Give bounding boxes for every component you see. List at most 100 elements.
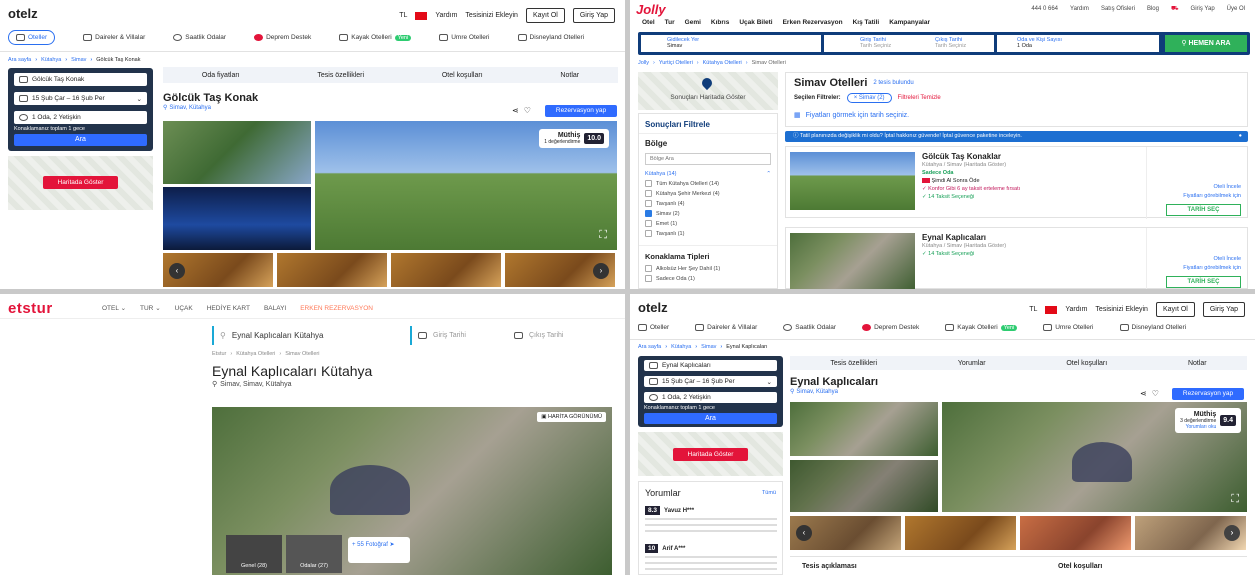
checkout-field[interactable]: Çıkış Tarihi Tarih Seçiniz bbox=[931, 35, 994, 52]
show-map-link[interactable]: Sonuçları Haritada Göster bbox=[638, 94, 778, 101]
breadcrumb-item[interactable]: Etstur bbox=[212, 351, 226, 357]
thumb-photo[interactable]: ‹ bbox=[163, 253, 273, 287]
show-on-map-button[interactable]: Haritada Göster bbox=[43, 176, 118, 189]
date-field[interactable]: 15 Şub Çar – 16 Şub Per ⌄ bbox=[14, 92, 147, 105]
help-link[interactable]: Yardım bbox=[1065, 306, 1087, 313]
view-hotel-link[interactable]: Oteli İncele bbox=[1183, 255, 1241, 264]
photo-lake[interactable] bbox=[163, 121, 311, 184]
thumb-photo[interactable] bbox=[391, 253, 501, 287]
nav-apartments[interactable]: Daireler & Villalar bbox=[695, 324, 757, 331]
map-view-button[interactable]: ▣ HARİTA GÖRÜNÜMÜ bbox=[537, 412, 606, 422]
acc-option[interactable]: Sadece Oda (1) bbox=[645, 274, 771, 284]
nav-hotels[interactable]: Oteller bbox=[8, 30, 56, 45]
nav-hourly[interactable]: Saatlik Odalar bbox=[173, 34, 226, 41]
fullscreen-icon[interactable]: ⛶ bbox=[1231, 493, 1239, 506]
nav-honeymoon[interactable]: BALAYI bbox=[264, 305, 286, 312]
register-button[interactable]: Kayıt Ol bbox=[525, 8, 565, 23]
nav-tour[interactable]: TUR ⌄ bbox=[140, 304, 161, 312]
nav-item[interactable]: Erken Rezervasyon bbox=[783, 19, 843, 26]
thumb-photo[interactable]: › bbox=[1135, 516, 1246, 550]
guests-field[interactable]: 1 Oda, 2 Yetişkin bbox=[14, 111, 147, 124]
select-date-button[interactable]: TARİH SEÇ bbox=[1166, 204, 1241, 216]
all-reviews-link[interactable]: Tümü bbox=[762, 490, 776, 496]
tab-features[interactable]: Tesis özellikleri bbox=[830, 360, 877, 367]
help-link[interactable]: Yardım bbox=[435, 12, 457, 19]
breadcrumb-item[interactable]: Kütahya Otelleri bbox=[236, 351, 275, 357]
hotel-name[interactable]: Gölcük Taş Konaklar bbox=[922, 153, 1142, 161]
show-on-map-button[interactable]: Haritada Göster bbox=[673, 448, 748, 461]
nav-umrah[interactable]: Umre Otelleri bbox=[439, 34, 490, 41]
search-button[interactable]: Ara bbox=[644, 413, 777, 424]
region-search-input[interactable] bbox=[645, 153, 771, 165]
hotel-photo-main[interactable]: ▣ HARİTA GÖRÜNÜMÜ Genel (28) Odalar (27)… bbox=[212, 407, 612, 575]
login-link[interactable]: Giriş Yap bbox=[1191, 6, 1215, 12]
rooms-field[interactable]: Oda ve Kişi Sayısı 1 Oda bbox=[997, 35, 1159, 52]
hotel-location[interactable]: Kütahya / Simav (Haritada Göster) bbox=[922, 161, 1142, 169]
region-option[interactable]: Tüm Kütahya Otelleri (14) bbox=[645, 179, 771, 189]
photo-aerial-2[interactable] bbox=[790, 460, 938, 512]
nav-ski[interactable]: Kayak Otelleri Yeni bbox=[339, 34, 412, 41]
share-icon[interactable]: ⋖ bbox=[512, 106, 519, 115]
thumb-photo[interactable]: › bbox=[505, 253, 615, 287]
rating-card[interactable]: Müthiş 3 değerlendirme Yorumları oku 9.4 bbox=[1175, 408, 1241, 433]
nav-item[interactable]: Otel bbox=[642, 19, 655, 26]
region-option[interactable]: Kütahya (14) ⌃ bbox=[645, 169, 771, 179]
rating-card[interactable]: Müthiş 1 değerlendirme 10.0 bbox=[539, 129, 609, 148]
checkbox[interactable] bbox=[645, 230, 652, 238]
nav-item[interactable]: Tur bbox=[665, 19, 675, 26]
checkbox[interactable] bbox=[645, 190, 652, 198]
hotel-photo[interactable] bbox=[790, 152, 915, 210]
breadcrumb-item[interactable]: Simav bbox=[71, 57, 86, 63]
nav-item[interactable]: Kış Tatili bbox=[853, 19, 880, 26]
nav-item[interactable]: Kıbrıs bbox=[711, 19, 729, 26]
otelz-logo[interactable]: otelz bbox=[638, 300, 668, 315]
nav-hotel[interactable]: OTEL ⌄ bbox=[102, 304, 126, 312]
breadcrumb-item[interactable]: Ara sayfa bbox=[8, 57, 31, 63]
clear-filters-link[interactable]: Filtreleri Temizle bbox=[898, 95, 941, 101]
select-date-button[interactable]: TARİH SEÇ bbox=[1166, 276, 1241, 288]
nav-apartments[interactable]: Daireler & Villalar bbox=[83, 34, 145, 41]
currency-select[interactable]: TL bbox=[1029, 306, 1037, 313]
search-input[interactable]: ⚲ Eynal Kaplıcaları Kütahya bbox=[212, 326, 402, 345]
breadcrumb-item[interactable]: Simav Otelleri bbox=[285, 351, 319, 357]
nav-item[interactable]: Uçak Bileti bbox=[739, 19, 772, 26]
checkbox[interactable] bbox=[645, 275, 652, 283]
hotel-name[interactable]: Eynal Kaplıcaları bbox=[922, 234, 1142, 242]
add-property-link[interactable]: Tesisinizi Ekleyin bbox=[465, 12, 518, 19]
view-hotel-link[interactable]: Oteli İncele bbox=[1183, 183, 1241, 192]
tab-notes[interactable]: Notlar bbox=[1188, 360, 1207, 367]
checkbox[interactable] bbox=[645, 180, 652, 188]
help-link[interactable]: Yardım bbox=[1070, 6, 1089, 12]
nav-hotels[interactable]: Oteller bbox=[638, 324, 669, 331]
heart-icon[interactable]: ♡ bbox=[1152, 389, 1159, 398]
breadcrumb-item[interactable]: Kütahya Otelleri bbox=[703, 60, 742, 66]
region-option[interactable]: Simav (2) bbox=[645, 209, 771, 219]
gallery-thumb-general[interactable]: Genel (28) bbox=[226, 535, 282, 573]
login-button[interactable]: Giriş Yap bbox=[1202, 302, 1245, 317]
thumb-photo[interactable] bbox=[1020, 516, 1131, 550]
checkbox[interactable] bbox=[645, 200, 652, 208]
cancel-banner[interactable]: ⓘ Tatil planınızda değişiklik mi oldu? İ… bbox=[785, 131, 1248, 142]
breadcrumb-item[interactable]: Kütahya bbox=[41, 57, 61, 63]
nav-item[interactable]: Kampanyalar bbox=[889, 19, 930, 26]
photo-main[interactable]: Müthiş 1 değerlendirme 10.0 ⛶ bbox=[315, 121, 617, 250]
turkey-flag-icon[interactable] bbox=[1045, 305, 1058, 314]
nav-disneyland[interactable]: Disneyland Otelleri bbox=[517, 34, 584, 41]
read-reviews-link[interactable]: Yorumları oku bbox=[1180, 424, 1217, 430]
thumb-photo[interactable] bbox=[905, 516, 1016, 550]
region-option[interactable]: Tavşanlı (4) bbox=[645, 199, 771, 209]
checkbox-checked[interactable] bbox=[645, 210, 652, 218]
date-field[interactable]: 15 Şub Çar – 16 Şub Per ⌄ bbox=[644, 376, 777, 387]
search-button[interactable]: Ara bbox=[14, 134, 147, 146]
hotel-location[interactable]: Kütahya / Simav (Haritada Göster) bbox=[922, 242, 1142, 250]
checkbox[interactable] bbox=[645, 220, 652, 228]
breadcrumb-item[interactable]: Kütahya bbox=[671, 344, 691, 350]
hotel-location[interactable]: ⚲ Simav, Kütahya bbox=[163, 104, 211, 112]
member-link[interactable]: Üye Ol bbox=[1227, 6, 1245, 12]
reserve-button[interactable]: Rezervasyon yap bbox=[1172, 388, 1244, 400]
checkin-input[interactable]: Giriş Tarihi bbox=[410, 326, 502, 345]
map-preview[interactable]: Haritada Göster bbox=[638, 432, 783, 476]
tab-conditions[interactable]: Otel koşulları bbox=[442, 72, 483, 79]
breadcrumb-item[interactable]: Yurtiçi Otelleri bbox=[659, 60, 693, 66]
gallery-thumb-rooms[interactable]: Odalar (27) bbox=[286, 535, 342, 573]
